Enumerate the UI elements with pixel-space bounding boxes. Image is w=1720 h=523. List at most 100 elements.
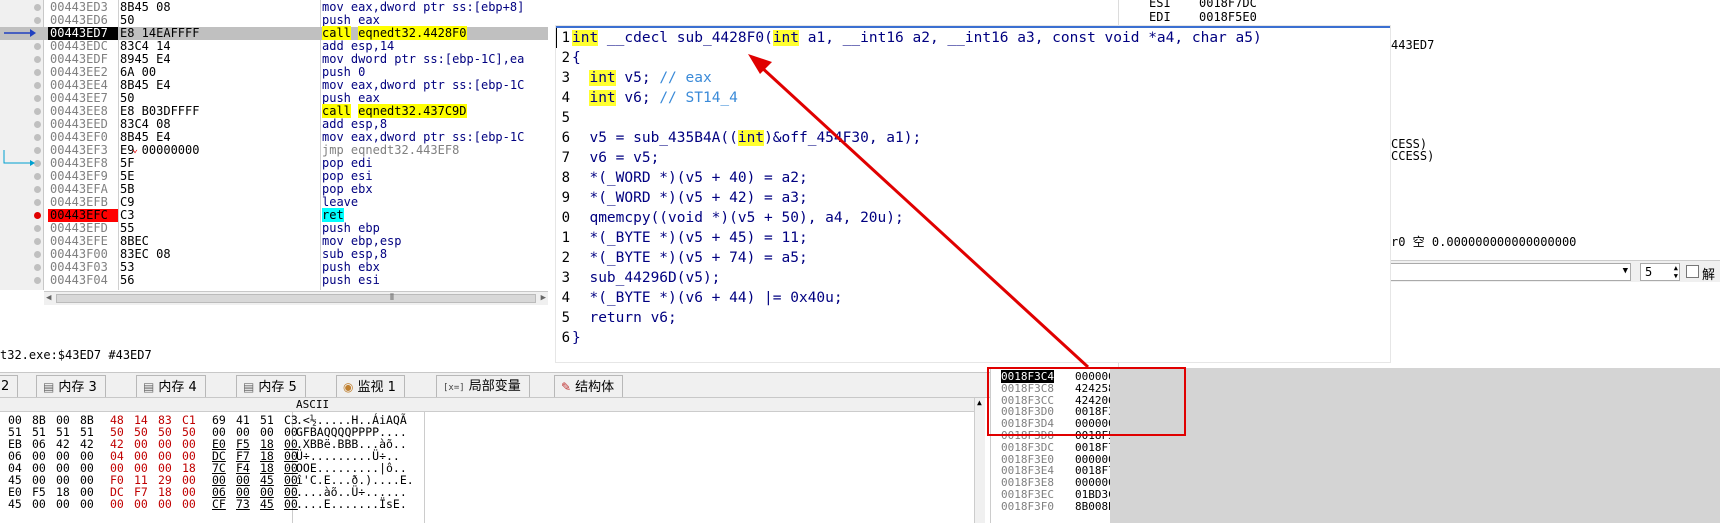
- line-number: 4: [561, 290, 570, 306]
- stack-value: 8B008B00: [1075, 499, 1110, 513]
- scroll-left-icon[interactable]: ◀: [46, 293, 51, 303]
- instruction-address: 00443F04: [50, 273, 108, 287]
- grip-icon: ⦀: [390, 293, 394, 303]
- pseudocode-line[interactable]: v6 = v5;: [572, 148, 659, 168]
- scroll-up-icon[interactable]: ▲: [977, 398, 982, 407]
- dump-header: ASCII: [0, 398, 985, 412]
- pseudocode-popup[interactable]: 1 int __cdecl sub_4428F0(int a1, __int16 …: [556, 26, 1390, 362]
- pseudocode-line[interactable]: v5 = sub_435B4A((int)&off_454F30, a1);: [572, 128, 921, 148]
- stack-row[interactable]: 0018F3F0 8B008B00: [1001, 499, 1110, 513]
- ascii-text: ....E.......ÏsE.: [296, 497, 407, 511]
- hex-byte[interactable]: 73: [236, 498, 250, 511]
- tab-memory-3[interactable]: ▤ 内存 3: [36, 375, 106, 397]
- stack-row[interactable]: 0018F3E000000006: [1001, 454, 1110, 465]
- tab-memory-2[interactable]: 2: [0, 375, 19, 397]
- line-number: 3: [561, 70, 570, 86]
- arg-count-spinner[interactable]: 5 ▲ ▼: [1640, 263, 1680, 281]
- dump-vertical-scrollbar[interactable]: ▲: [974, 398, 985, 523]
- instruction-mnemonic: push: [322, 260, 351, 274]
- instruction-operands: esp,14: [350, 39, 395, 53]
- pseudocode-line[interactable]: sub_44296D(v5);: [572, 268, 720, 288]
- access-text-2: CCESS): [1391, 149, 1435, 163]
- tab-memory-4[interactable]: ▤ 内存 4: [136, 375, 206, 397]
- column-separator: [424, 412, 425, 523]
- hex-byte[interactable]: 00: [182, 498, 196, 511]
- pseudocode-line[interactable]: *(_BYTE *)(v6 + 44) |= 0x40u;: [572, 288, 842, 308]
- instruction-operands: esi: [358, 273, 380, 287]
- reg-edi-label: EDI: [1149, 10, 1171, 24]
- instruction-mnemonic: leave: [322, 195, 359, 209]
- hex-byte[interactable]: 00: [158, 498, 172, 511]
- instruction-operands: eax,dword ptr ss:[ebp-1C: [350, 78, 525, 92]
- memory-icon: ▤: [43, 380, 55, 394]
- bottom-tab-strip: 2 ▤ 内存 3 ▤ 内存 4 ▤ 内存 5 ◉ 监视 1 [x=] 局部变量 ✎ 结构体: [0, 372, 990, 398]
- hex-byte[interactable]: 00: [80, 498, 94, 511]
- pseudocode-line[interactable]: }: [572, 328, 581, 348]
- instruction-mnemonic: call: [322, 104, 351, 118]
- stack-row[interactable]: 0018F3E40018F7DC: [1001, 465, 1110, 476]
- tab-watch-1[interactable]: ◉ 监视 1: [336, 375, 405, 397]
- instruction-mnemonic: mov: [322, 0, 344, 14]
- instruction-mnemonic: mov: [322, 130, 344, 144]
- pseudocode-line[interactable]: int v6; // ST14_4: [572, 88, 738, 108]
- line-number: 1: [561, 230, 570, 246]
- unlock-checkbox[interactable]: [1686, 265, 1699, 278]
- stack-address: 0018F3F0: [1001, 499, 1054, 513]
- tab-locals[interactable]: [x=] 局部变量: [436, 375, 530, 397]
- pseudocode-line[interactable]: return v6;: [572, 308, 676, 328]
- pseudocode-line[interactable]: {: [572, 48, 581, 68]
- tab-label: 内存 3: [58, 380, 97, 395]
- flow-arrows: [3, 29, 36, 166]
- instruction-mnemonic: add: [322, 117, 344, 131]
- line-number: 2: [561, 250, 570, 266]
- chevron-down-icon[interactable]: ▼: [1623, 266, 1628, 276]
- memory-dump-pane[interactable]: ASCII 00 8B 00 8B 48 14 83 C1 69 41 51 C3 .<½.....H.…: [0, 398, 985, 523]
- instruction-operands: eax,dword ptr ss:[ebp+8]: [350, 0, 525, 14]
- pseudocode-line[interactable]: int v5; // eax: [572, 68, 712, 88]
- tab-memory-5[interactable]: ▤ 内存 5: [236, 375, 306, 397]
- line-number: 9: [561, 190, 570, 206]
- spin-updown-icon[interactable]: ▲ ▼: [1674, 264, 1678, 280]
- stack-row[interactable]: 0018F3EC01BD3C05: [1001, 489, 1110, 500]
- hex-byte[interactable]: 00: [56, 498, 70, 511]
- hex-byte[interactable]: 00: [110, 498, 124, 511]
- instruction-operands: 0: [358, 65, 366, 79]
- pseudocode-line[interactable]: qmemcpy((void *)(v5 + 50), a4, 20u);: [572, 208, 903, 228]
- disassembly-pane[interactable]: 00443ED3 8B45 08 mov eax,dword ptr ss:[ebp…: [0, 0, 548, 306]
- reg-edi-value[interactable]: 0018F5E0: [1199, 10, 1257, 24]
- line-number: 6: [561, 130, 570, 146]
- instruction-operands: dword ptr ss:[ebp-1C],ea: [350, 52, 525, 66]
- hex-byte[interactable]: CF: [212, 498, 226, 511]
- hex-byte[interactable]: 45: [8, 498, 22, 511]
- instruction-operands: esp,8: [350, 117, 388, 131]
- instruction-mnemonic: mov: [322, 234, 344, 248]
- instruction-mnemonic: push: [322, 221, 351, 235]
- disasm-horizontal-scrollbar[interactable]: ◀ ⦀ ▶: [44, 291, 548, 305]
- unlock-checkbox-label: 解: [1702, 268, 1716, 283]
- disasm-row[interactable]: 00443F04 56 push esi: [0, 274, 548, 287]
- instruction-mnemonic: pop: [322, 182, 344, 196]
- line-number: 1: [561, 30, 570, 46]
- pseudocode-line[interactable]: *(_WORD *)(v5 + 40) = a2;: [572, 168, 807, 188]
- pseudocode-line[interactable]: *(_BYTE *)(v5 + 74) = a5;: [572, 248, 807, 268]
- pseudocode-line[interactable]: int __cdecl sub_4428F0(int a1, __int16 a…: [572, 28, 1262, 48]
- hex-byte[interactable]: 00: [134, 498, 148, 511]
- pseudocode-line[interactable]: *(_WORD *)(v5 + 42) = a3;: [572, 188, 807, 208]
- hex-byte[interactable]: 00: [32, 498, 46, 511]
- stack-row[interactable]: 0018F3E8000000D3: [1001, 477, 1110, 488]
- instruction-operands: eax,dword ptr ss:[ebp-1C: [350, 130, 525, 144]
- scrollbar-thumb[interactable]: [56, 294, 536, 303]
- calling-convention-select[interactable]: ▼: [1388, 263, 1631, 281]
- tab-label: 监视 1: [357, 380, 396, 395]
- reg-esi-value[interactable]: 0018F7DC: [1199, 0, 1257, 10]
- line-number: 4: [561, 90, 570, 106]
- instruction-mnemonic: call: [322, 26, 351, 40]
- stack-row[interactable]: 0018F3DC0018F7DC: [1001, 442, 1110, 453]
- pseudocode-line[interactable]: *(_BYTE *)(v5 + 45) = 11;: [572, 228, 807, 248]
- instruction-operands: esp,8: [350, 247, 388, 261]
- instruction-operands: esi: [350, 169, 373, 183]
- scroll-right-icon[interactable]: ▶: [541, 293, 546, 303]
- tab-label: 结构体: [575, 380, 615, 395]
- hex-byte[interactable]: 45: [260, 498, 274, 511]
- tab-struct[interactable]: ✎ 结构体: [554, 375, 624, 397]
